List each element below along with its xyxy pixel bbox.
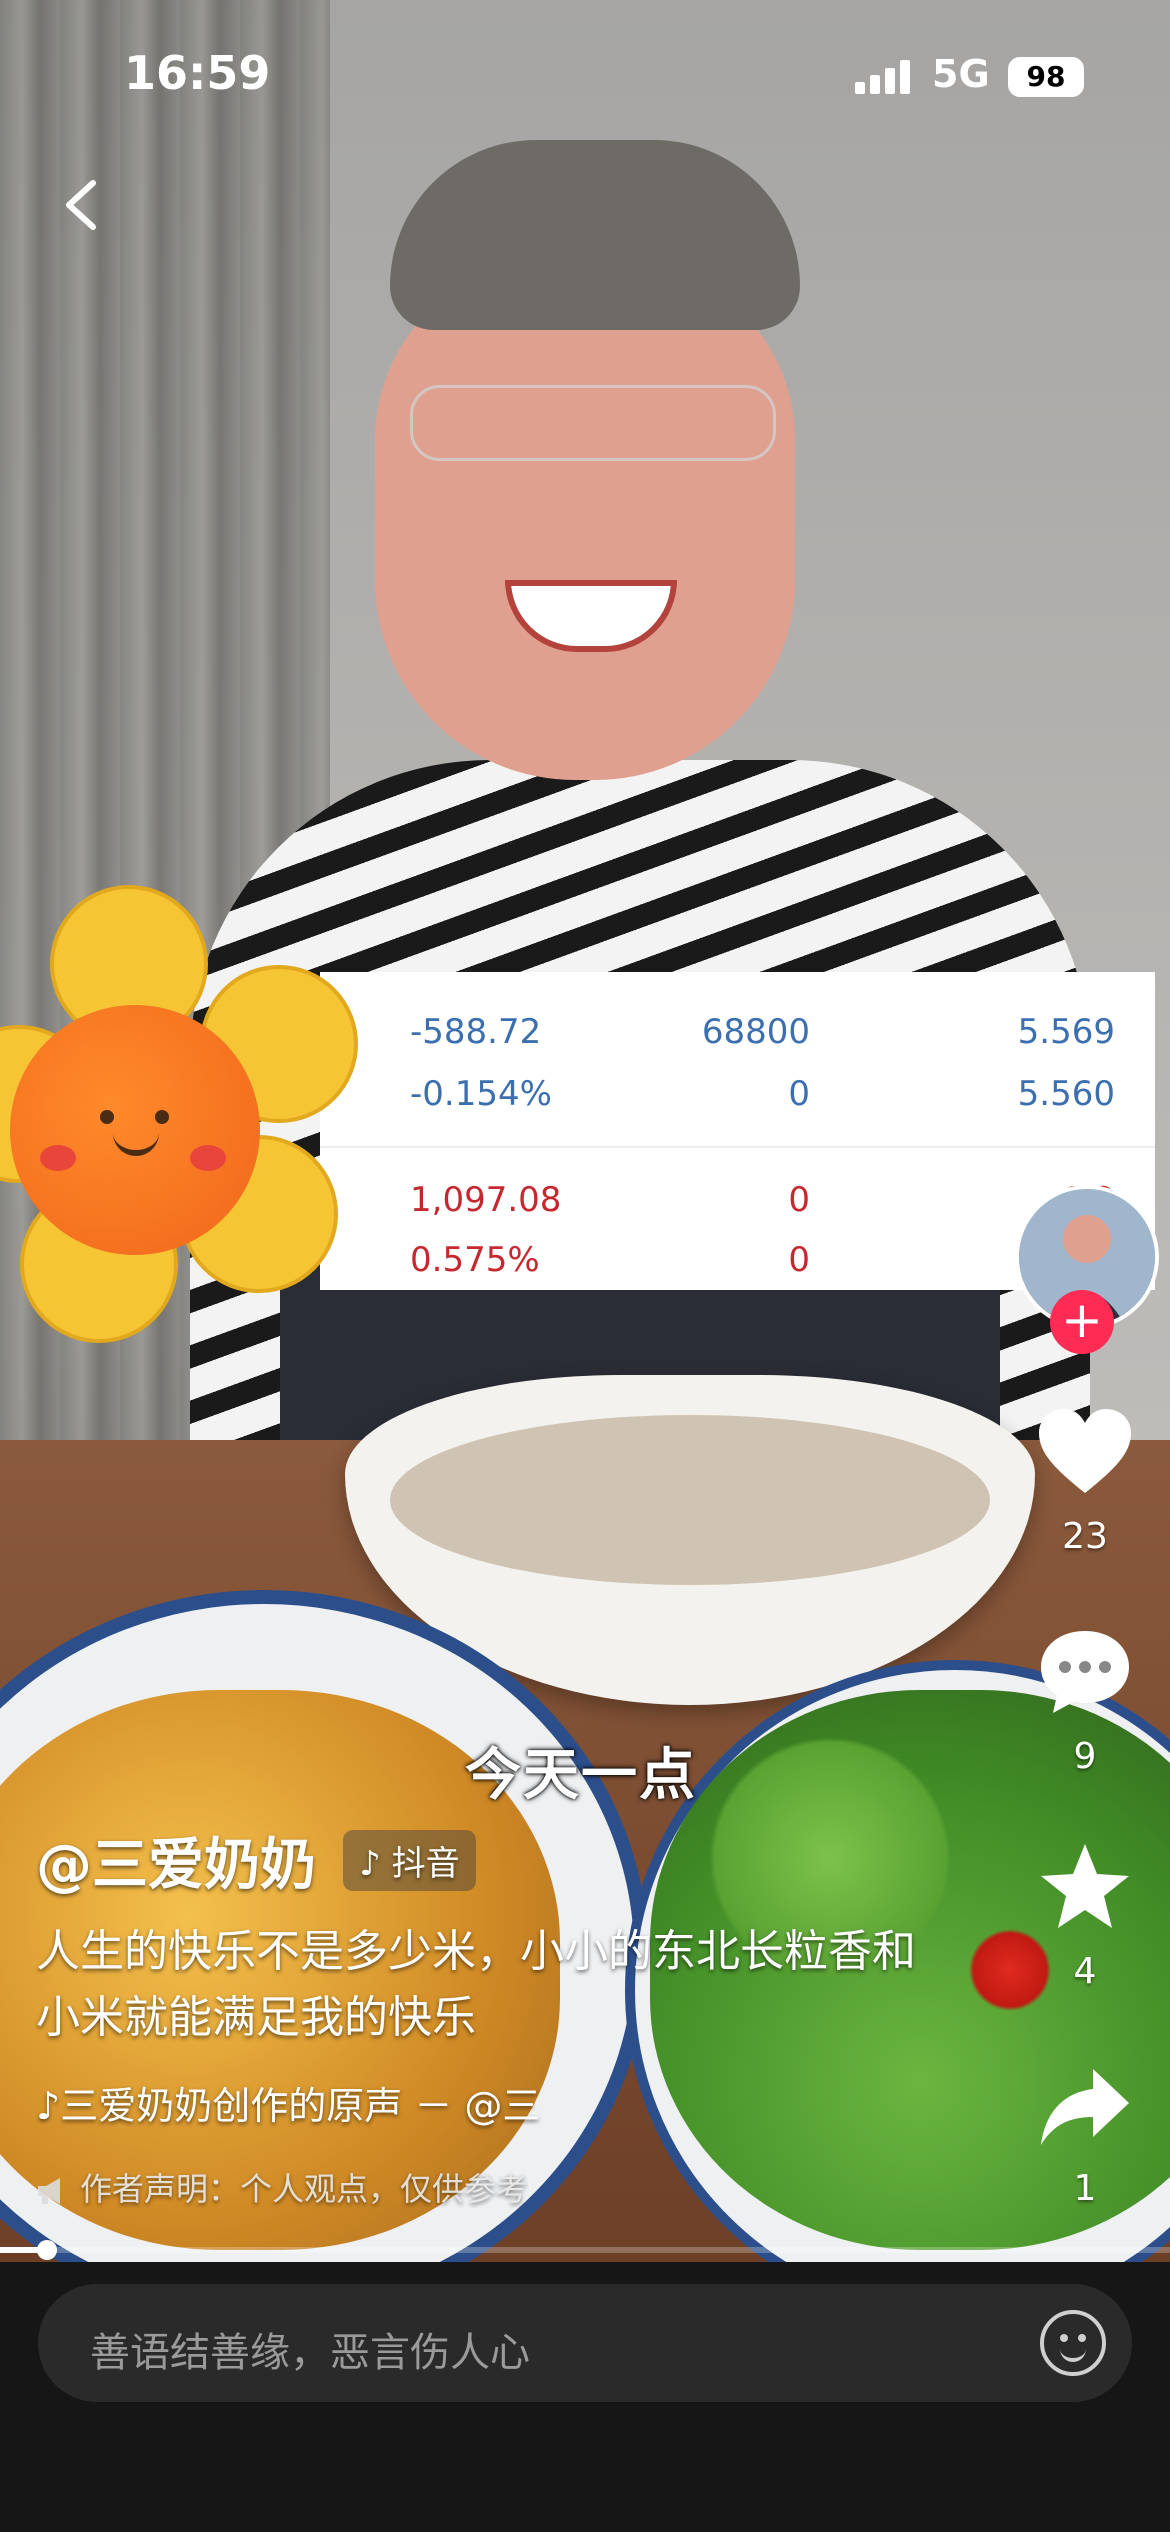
stock-change: -0.154% [410,1074,552,1114]
stock-volume: 68800 [701,1012,810,1052]
share-count: 1 [1073,2168,1097,2209]
music-info[interactable]: ♪三爱奶奶创作的原声 － @三 [36,2075,936,2130]
like-count: 23 [1062,1516,1108,1557]
stock-volume: 0 [788,1240,810,1280]
battery-icon: 98 [1008,57,1084,97]
signal-icon [855,60,915,94]
stock-row: -588.72 68800 5.569 [320,1002,1155,1062]
favorite-count: 4 [1073,1951,1097,1992]
platform-badge: ♪ 抖音 [343,1830,476,1891]
video-info: @三爱奶奶 ♪ 抖音 人生的快乐不是多少米，小小的东北长粒香和小米就能满足我的快… [36,1820,936,2210]
author-declaration: 作者声明：个人观点，仅供参考 [36,2164,936,2210]
stock-change: -588.72 [410,1012,542,1052]
heart-icon [1020,1405,1150,1506]
comment-placeholder: 善语结善缘，恶言伤人心 [90,2330,530,2376]
progress-knob[interactable] [36,2240,57,2260]
stock-volume: 0 [788,1180,810,1220]
comment-button[interactable]: 9 [1020,1625,1150,1777]
comment-bubble-icon [1020,1625,1150,1726]
declaration-text: 作者声明：个人观点，仅供参考 [80,2170,529,2208]
stock-change: 0.575% [410,1240,540,1280]
platform-badge-label: 抖音 [391,1844,460,1884]
video-description[interactable]: 人生的快乐不是多少米，小小的东北长粒香和小米就能满足我的快乐 [36,1919,916,2051]
video-progress-bar[interactable] [0,2240,1170,2260]
music-label: ♪三爱奶奶创作的原声 － @三 [36,2084,541,2128]
like-button[interactable]: 23 [1020,1405,1150,1557]
network-type: 5G [932,52,990,96]
person-hair [390,140,800,330]
soup [390,1415,990,1585]
emoji-icon[interactable] [1040,2310,1106,2376]
comment-input[interactable]: 善语结善缘，恶言伤人心 [38,2284,1132,2402]
stock-row: -0.154% 0 5.560 [320,1064,1155,1124]
comment-count: 9 [1073,1736,1097,1777]
stock-divider [320,1146,1155,1148]
share-button[interactable]: 1 [1020,2065,1150,2209]
video-subtitle: 今天一点 [465,1743,697,1808]
megaphone-icon [38,2178,60,2204]
stock-change: 1,097.08 [410,1180,562,1220]
follow-button[interactable]: + [1050,1290,1114,1354]
back-arrow-icon[interactable] [55,175,115,235]
bottom-bar: 善语结善缘，恶言伤人心 [0,2262,1170,2532]
status-time: 16:59 [124,46,271,100]
glasses [410,385,776,461]
star-icon [1020,1840,1150,1941]
status-bar: 16:59 5G 98 [0,0,1170,150]
person-face [375,260,795,780]
favorite-button[interactable]: 4 [1020,1840,1150,1992]
battery-level: 98 [1026,60,1066,93]
flower-sticker [0,885,370,1355]
stock-price: 5.560 [1017,1074,1115,1114]
share-arrow-icon [1020,2065,1150,2158]
author-name[interactable]: @三爱奶奶 [36,1820,316,1901]
stock-volume: 0 [788,1074,810,1114]
stock-price: 5.569 [1017,1012,1115,1052]
